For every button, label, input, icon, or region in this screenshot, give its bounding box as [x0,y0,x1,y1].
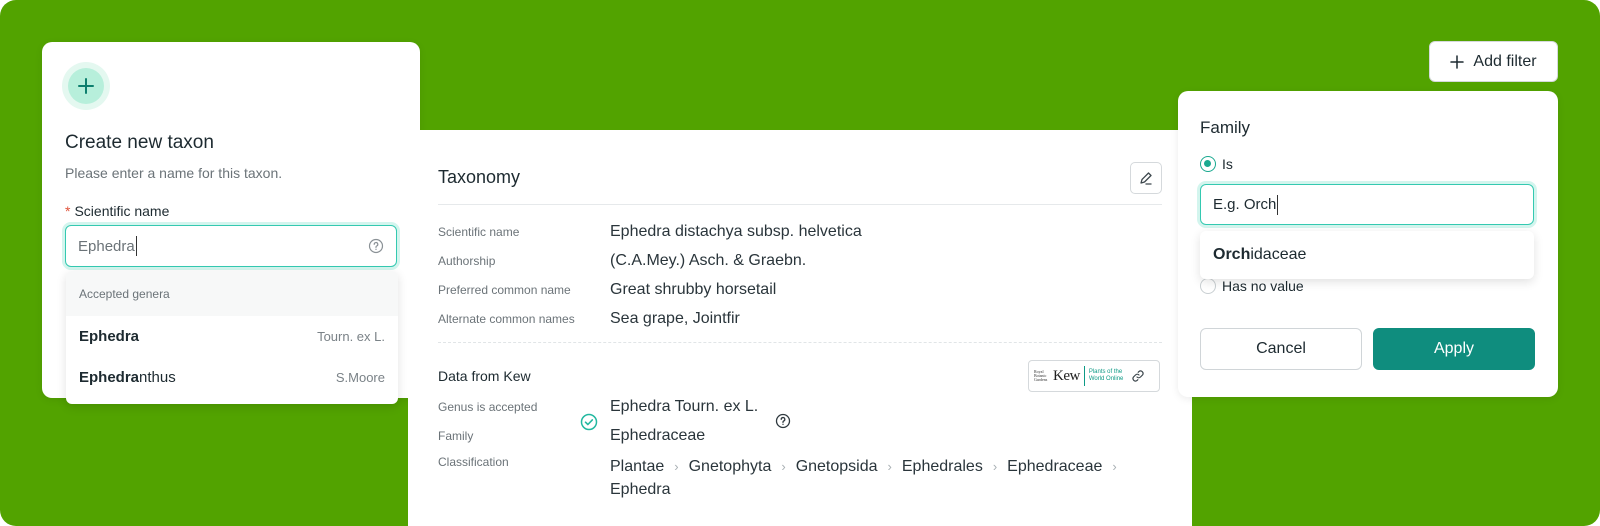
breadcrumb-item[interactable]: Gnetopsida [796,458,878,475]
taxonomy-title: Taxonomy [438,167,521,187]
row-label-classification: Classification [438,455,509,469]
required-asterisk: * [65,203,71,219]
plus-icon [78,78,94,94]
scientific-name-input-value: Ephedra [78,237,135,255]
dropdown-option[interactable]: Ephedranthus S.Moore [66,357,398,398]
check-circle-icon [580,413,598,431]
option-name-match: Ephedra [79,369,140,386]
scientific-name-label: * Scientific name [65,203,169,219]
option-author: Tourn. ex L. [317,329,385,344]
scientific-name-label-text: Scientific name [74,203,170,219]
family-filter-input[interactable]: E.g. Orch [1200,184,1534,225]
radio-selected[interactable] [1200,156,1216,172]
create-taxon-subtitle: Please enter a name for this taxon. [65,165,283,181]
chevron-right-icon: › [992,459,998,474]
edit-taxonomy-button[interactable] [1130,162,1162,194]
family-filter-input-value: E.g. Orch [1213,196,1277,213]
row-label-genus-accepted: Genus is accepted [438,400,538,414]
kew-section-title: Data from Kew [438,368,531,384]
breadcrumb-item[interactable]: Ephedraceae [1007,458,1102,475]
row-label-scientific-name: Scientific name [438,225,520,239]
kew-logo-divider [1083,366,1085,386]
breadcrumb-item[interactable]: Plantae [610,458,664,475]
add-filter-button[interactable]: Add filter [1429,41,1558,82]
scientific-name-input[interactable]: Ephedra [65,225,397,267]
divider [438,342,1162,343]
create-taxon-title: Create new taxon [65,132,214,153]
breadcrumb-item[interactable]: Ephedra [610,481,671,498]
row-label-preferred-common-name: Preferred common name [438,283,571,297]
row-label-alternate-common-names: Alternate common names [438,312,575,326]
row-label-authorship: Authorship [438,254,496,268]
text-caret [1277,194,1279,215]
row-label-family: Family [438,429,474,443]
row-value-authorship: (C.A.Mey.) Asch. & Graebn. [610,252,807,269]
row-value-genus: Ephedra Tourn. ex L. [610,398,759,415]
radio-option-has-no-value[interactable]: Has no value [1200,278,1304,294]
kew-logo: Kew [1053,367,1080,384]
radio-unselected[interactable] [1200,278,1216,294]
canvas: Create new taxon Please enter a name for… [0,0,1600,526]
genus-suggestion-dropdown: Accepted genera Ephedra Tourn. ex L. Eph… [66,271,398,404]
kew-link-badge[interactable]: Royal Botanic Gardens Kew Plants of the … [1028,360,1160,392]
breadcrumb-item[interactable]: Ephedrales [902,458,983,475]
add-filter-label: Add filter [1473,52,1537,70]
suggestion-rest: idaceae [1250,246,1307,263]
row-value-alternate-common-names: Sea grape, Jointfir [610,310,740,327]
cancel-button[interactable]: Cancel [1200,328,1362,370]
row-value-scientific-name: Ephedra distachya subsp. helvetica [610,223,862,240]
chevron-right-icon: › [674,459,679,474]
kew-powo-text: Plants of the World Online [1088,369,1124,382]
question-circle-icon[interactable] [368,238,384,254]
option-name: Ephedra [79,328,139,345]
radio-option-is[interactable]: Is [1200,156,1233,172]
filter-title: Family [1200,118,1251,137]
question-circle-icon[interactable] [775,413,791,429]
row-value-family: Ephedraceae [610,427,706,444]
pencil-icon [1140,172,1152,185]
kew-rbg-text: Royal Botanic Gardens [1034,369,1048,382]
chevron-right-icon: › [781,459,786,474]
text-caret [135,236,137,256]
radio-label: Has no value [1222,278,1304,294]
option-name: Ephedranthus [79,369,176,386]
apply-button[interactable]: Apply [1373,328,1535,370]
option-name-match: Ephedra [79,328,140,345]
classification-breadcrumb: Plantae › Gnetophyta › Gnetopsida › Ephedrales… [610,455,1170,501]
dropdown-header: Accepted genera [66,271,398,316]
divider [438,204,1162,205]
chevron-right-icon: › [887,459,892,474]
suggestion-match: Orch [1213,246,1251,263]
chevron-right-icon: › [1112,459,1117,474]
plus-icon-badge [62,62,110,110]
row-value-preferred-common-name: Great shrubby horsetail [610,281,777,298]
radio-label: Is [1222,156,1233,172]
taxonomy-panel: Taxonomy Scientific name Ephedra distach… [408,130,1192,526]
family-suggestion-option[interactable]: Orch idaceae [1200,231,1534,279]
breadcrumb-item[interactable]: Gnetophyta [689,458,772,475]
dropdown-option[interactable]: Ephedra Tourn. ex L. [66,316,398,357]
link-icon [1132,370,1144,382]
plus-icon [1450,54,1465,69]
option-author: S.Moore [335,370,385,385]
option-name-rest: nthus [139,369,176,386]
